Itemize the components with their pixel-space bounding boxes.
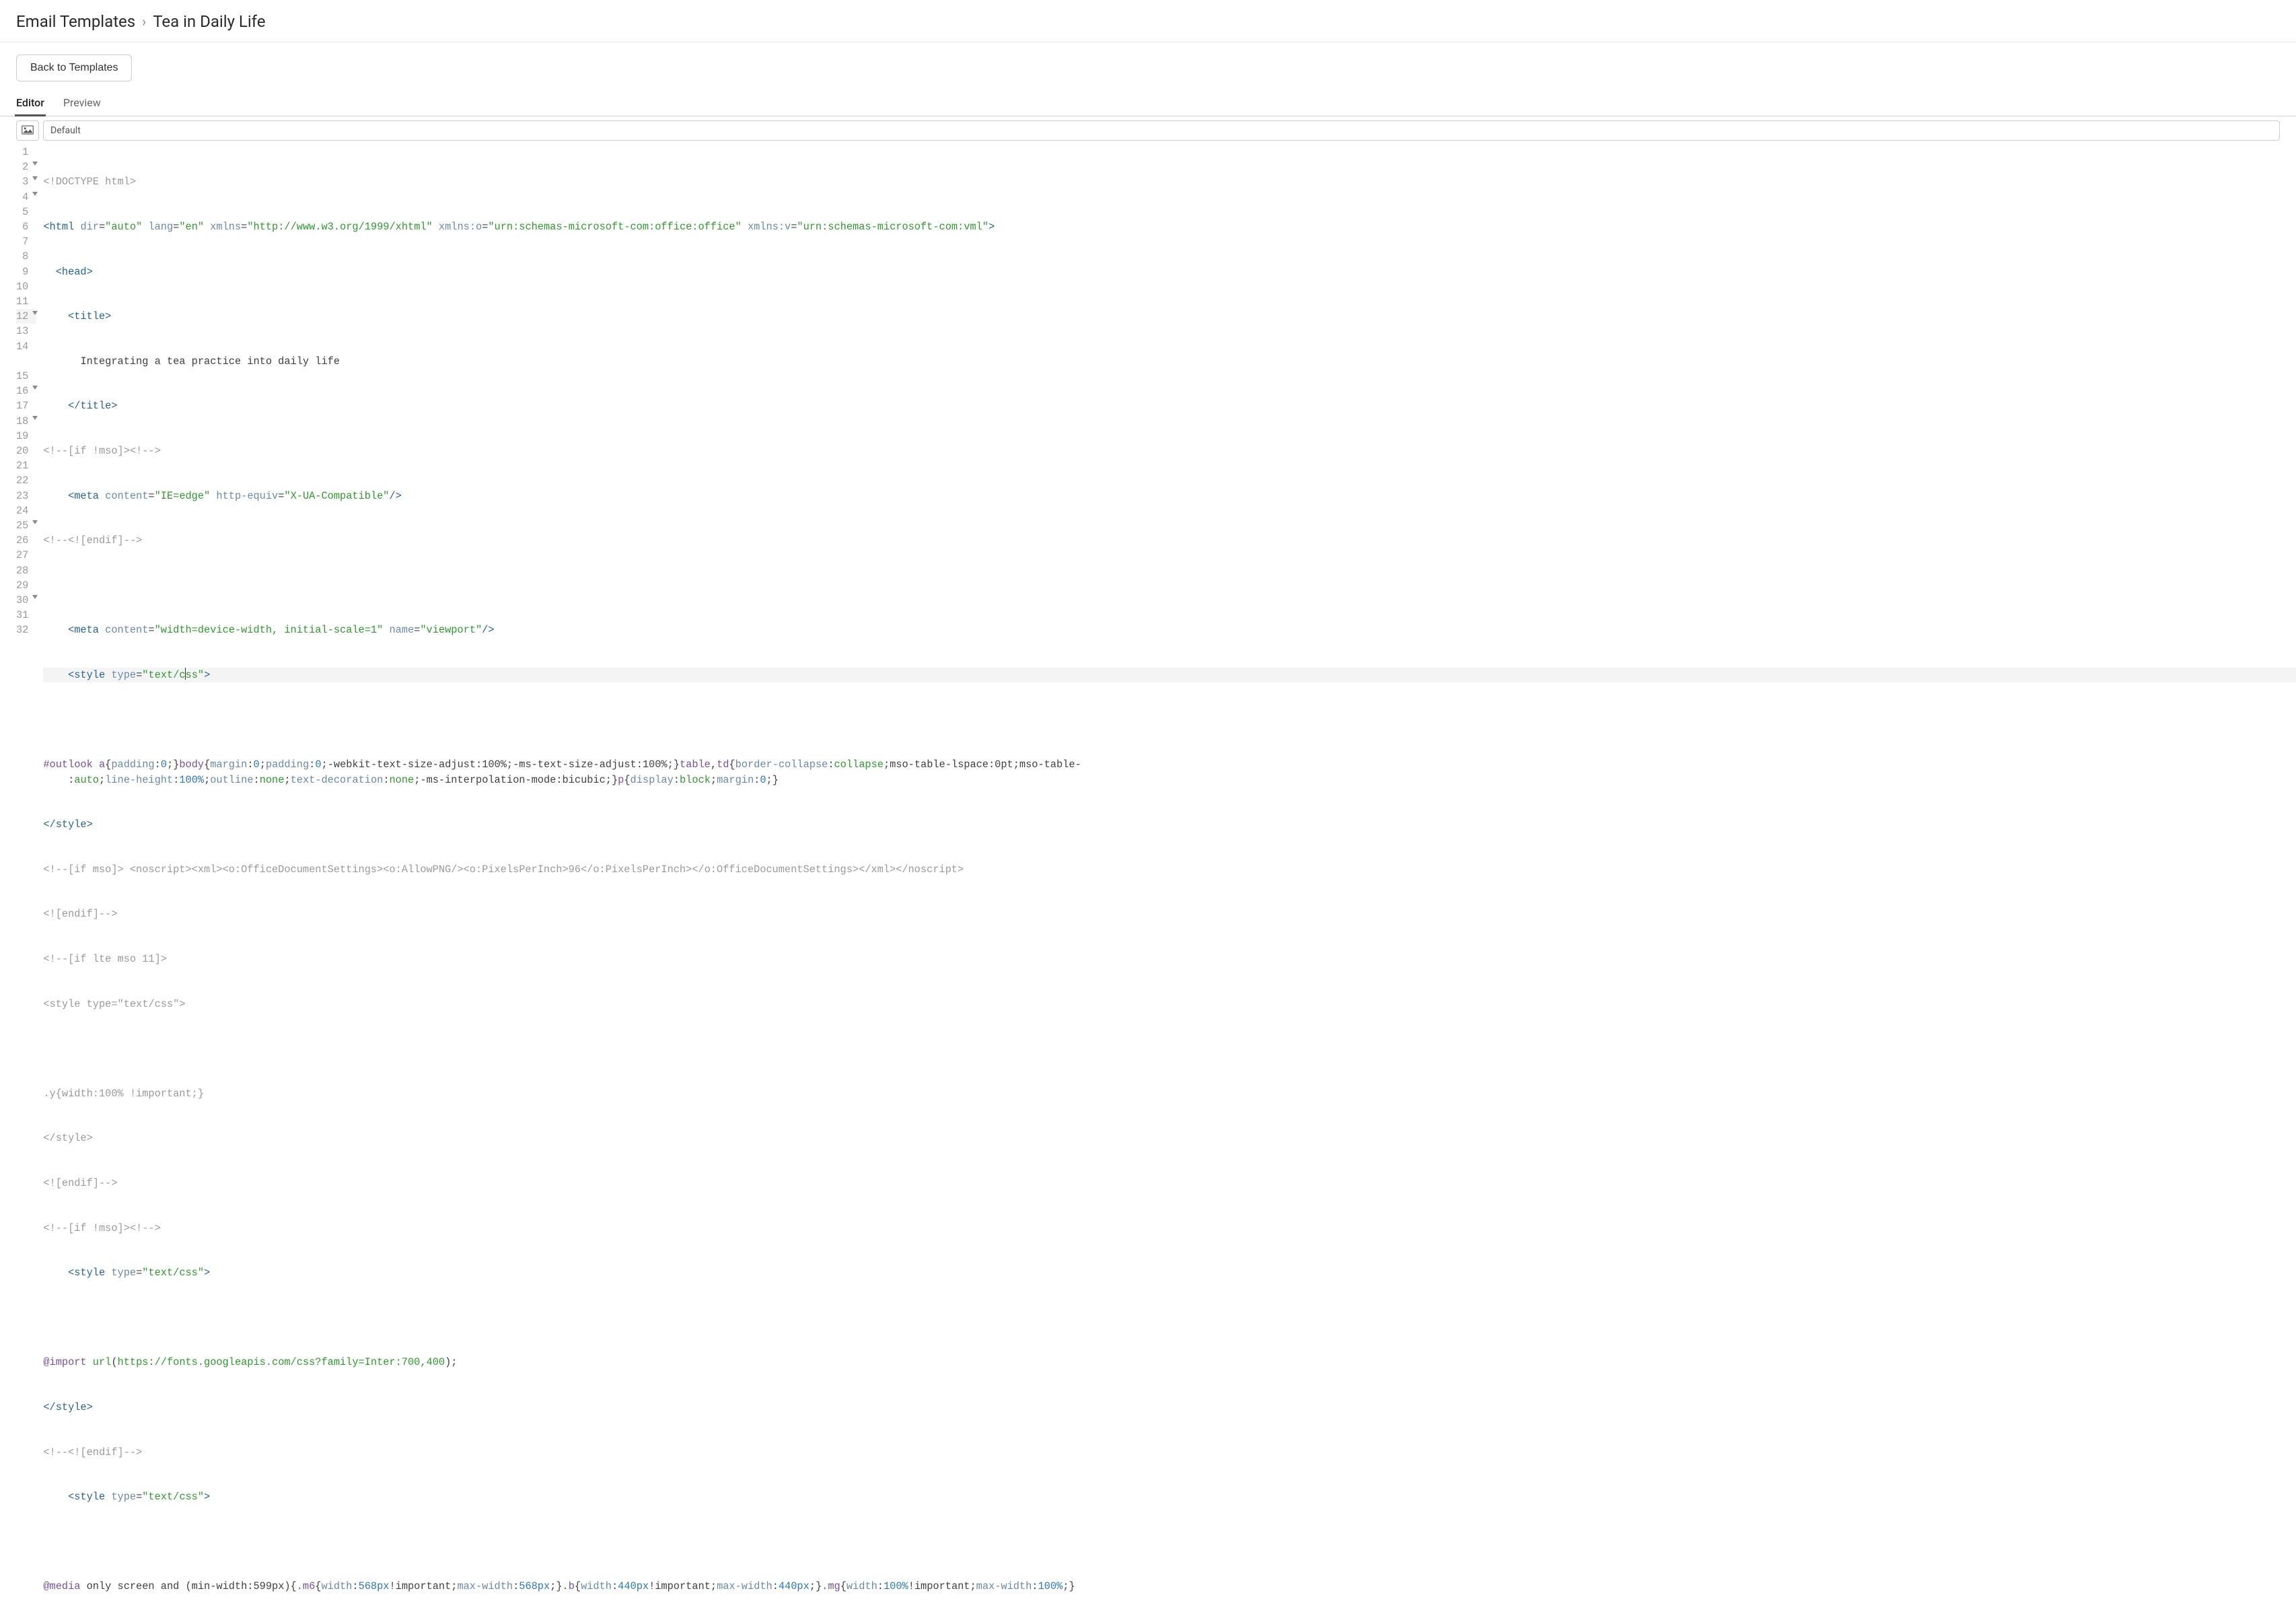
fold-toggle-icon[interactable] [32, 176, 38, 180]
gutter-line: 28 [16, 563, 36, 578]
code-line: @import url(https://fonts.googleapis.com… [43, 1355, 2296, 1370]
code-line: <style type="text/css"> [43, 1265, 2296, 1280]
fold-toggle-icon[interactable] [32, 386, 38, 390]
gutter: 1234567891011121314151617181920212223242… [16, 145, 43, 1624]
code-line [43, 578, 2296, 593]
chevron-right-icon: › [142, 13, 146, 30]
code-line: <!DOCTYPE html> [43, 174, 2296, 189]
code-line: <!--[if lte mso 11]> [43, 952, 2296, 966]
gutter-line: 31 [16, 608, 36, 623]
gutter-line: 6 [16, 219, 36, 234]
gutter-line: 10 [16, 279, 36, 294]
code-line: .y{width:100% !important;} [43, 1086, 2296, 1101]
gutter-line: 27 [16, 548, 36, 563]
code-line: #outlook a{padding:0;}body{margin:0;padd… [43, 757, 2296, 787]
gutter-line: 4 [16, 190, 36, 205]
code-line: <![endif]--> [43, 1176, 2296, 1191]
gutter-line: 24 [16, 503, 36, 518]
gutter-line: 13 [16, 324, 36, 339]
code-line [43, 1534, 2296, 1549]
code-line: <title> [43, 309, 2296, 324]
code-line: </style> [43, 1131, 2296, 1145]
code-line: <!--[if !mso]><!--> [43, 444, 2296, 458]
tab-editor[interactable]: Editor [16, 96, 44, 116]
header: Email Templates › Tea in Daily Life [0, 0, 2296, 42]
code-line: Integrating a tea practice into daily li… [43, 354, 2296, 369]
tabs: Editor Preview [0, 81, 2296, 116]
gutter-line: 19 [16, 429, 36, 444]
gutter-line: 25 [16, 518, 36, 533]
code-line: <style type="text/css"> [43, 1489, 2296, 1504]
image-icon [22, 125, 34, 137]
code-line: <!--<![endif]--> [43, 533, 2296, 548]
gutter-line: 12 [16, 309, 36, 324]
gutter-line: 29 [16, 578, 36, 593]
code-line: <head> [43, 264, 2296, 279]
code-line: </style> [43, 1400, 2296, 1415]
code-line [43, 1310, 2296, 1325]
code-line: </title> [43, 398, 2296, 413]
fold-toggle-icon[interactable] [32, 595, 38, 599]
code-line-active: <style type="text/css"> [43, 668, 2296, 682]
gutter-line: 5 [16, 205, 36, 219]
toolbar: Back to Templates [0, 42, 2296, 81]
gutter-line: 18 [16, 414, 36, 429]
code-line: <!--<![endif]--> [43, 1445, 2296, 1460]
tab-preview[interactable]: Preview [63, 96, 101, 116]
gutter-line: 22 [16, 473, 36, 488]
gutter-line: 2 [16, 160, 36, 174]
gutter-line: 20 [16, 444, 36, 458]
insert-image-button[interactable] [16, 120, 39, 141]
gutter-line: 23 [16, 489, 36, 503]
gutter-line: 17 [16, 398, 36, 413]
gutter-line: 3 [16, 174, 36, 189]
theme-select-value: Default [50, 125, 81, 136]
text-cursor [185, 668, 186, 680]
back-to-templates-button[interactable]: Back to Templates [16, 55, 132, 81]
code-line: <!--[if mso]> <noscript><xml><o:OfficeDo… [43, 862, 2296, 877]
gutter-line: 7 [16, 234, 36, 249]
code-line: </style> [43, 817, 2296, 832]
gutter-line: 1 [16, 145, 36, 160]
gutter-line: 14 [16, 339, 36, 369]
code-editor[interactable]: 1234567891011121314151617181920212223242… [0, 141, 2296, 1624]
breadcrumb-current: Tea in Daily Life [153, 12, 265, 31]
fold-toggle-icon[interactable] [32, 416, 38, 420]
editor-toolbar: Default [0, 116, 2296, 141]
fold-toggle-icon[interactable] [32, 311, 38, 315]
gutter-line: 21 [16, 458, 36, 473]
gutter-line: 8 [16, 249, 36, 264]
code-line: @media only screen and (min-width:599px)… [43, 1579, 2296, 1594]
fold-toggle-icon[interactable] [32, 162, 38, 166]
gutter-line: 15 [16, 369, 36, 384]
code-area[interactable]: <!DOCTYPE html> <html dir="auto" lang="e… [43, 145, 2296, 1624]
breadcrumb-root[interactable]: Email Templates [16, 12, 135, 31]
theme-select[interactable]: Default [43, 120, 2280, 141]
code-line: <html dir="auto" lang="en" xmlns="http:/… [43, 219, 2296, 234]
fold-toggle-icon[interactable] [32, 520, 38, 524]
gutter-line: 32 [16, 623, 36, 637]
code-line: <![endif]--> [43, 907, 2296, 921]
gutter-line: 9 [16, 264, 36, 279]
breadcrumb: Email Templates › Tea in Daily Life [16, 12, 2280, 31]
code-line: <!--[if !mso]><!--> [43, 1221, 2296, 1236]
gutter-line: 30 [16, 593, 36, 608]
code-line: <style type="text/css"> [43, 997, 2296, 1012]
code-line: <meta content="width=device-width, initi… [43, 623, 2296, 637]
gutter-line: 11 [16, 294, 36, 309]
code-line [43, 1041, 2296, 1056]
fold-toggle-icon[interactable] [32, 192, 38, 196]
gutter-line: 16 [16, 384, 36, 398]
gutter-line: 26 [16, 533, 36, 548]
code-line [43, 713, 2296, 728]
code-line: <meta content="IE=edge" http-equiv="X-UA… [43, 489, 2296, 503]
